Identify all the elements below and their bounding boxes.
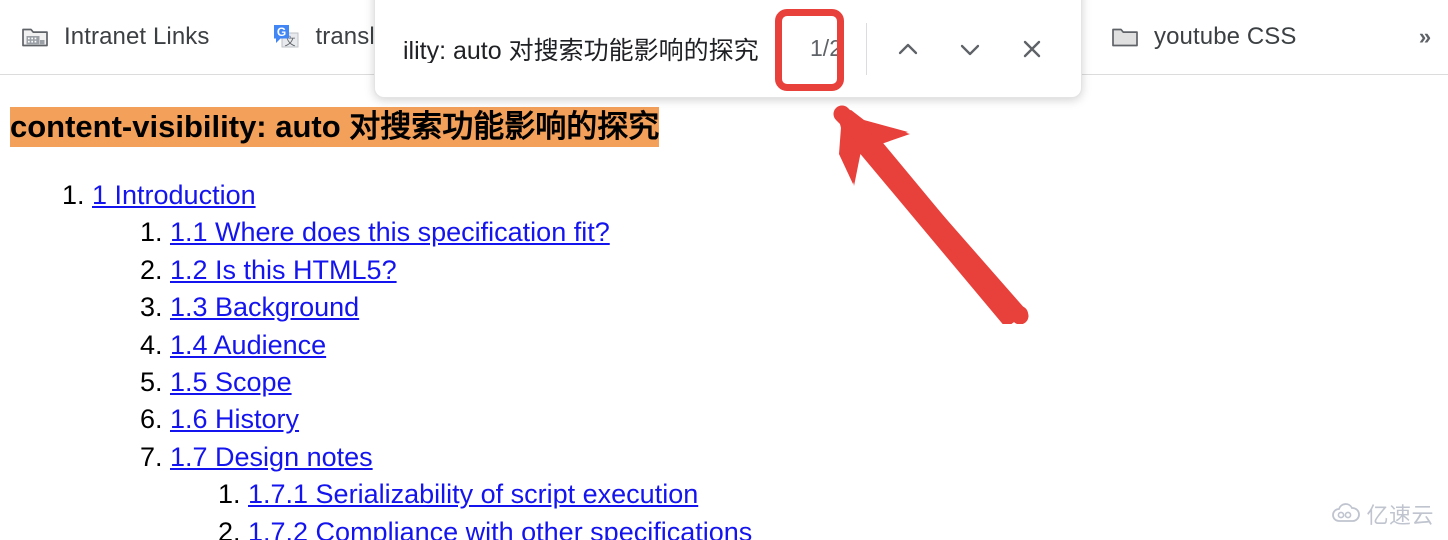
list-item: 1.7.2 Compliance with other specificatio… [248,514,752,540]
find-match-highlight: content-visibility: auto 对搜索功能影响的探究 [10,107,660,147]
toc-link[interactable]: 1.7 Design notes [170,442,373,472]
toc-link[interactable]: 1.1 Where does this specification fit? [170,217,610,247]
find-close-button[interactable] [1001,18,1063,80]
list-item: 1.2 Is this HTML5? [170,252,752,289]
toc-sublist: 1.1 Where does this specification fit? 1… [92,214,752,540]
list-item: 1.4 Audience [170,327,752,364]
list-item: 1.7.1 Serializability of script executio… [248,476,752,513]
folder-icon [1110,22,1140,52]
find-next-button[interactable] [939,18,1001,80]
bookmark-intranet-links[interactable]: Intranet Links [10,13,219,61]
find-previous-button[interactable] [877,18,939,80]
svg-text:G: G [277,25,286,39]
find-input-wrapper[interactable] [375,17,801,81]
toc-link[interactable]: 1.2 Is this HTML5? [170,255,397,285]
bookmark-label: Intranet Links [64,23,210,50]
find-input[interactable] [403,34,801,63]
toc-link[interactable]: 1.6 History [170,404,299,434]
toc-link[interactable]: 1 Introduction [92,180,256,210]
google-translate-icon: 文 G [271,22,301,52]
toc-link[interactable]: 1.7.2 Compliance with other specificatio… [248,517,752,540]
cloud-icon [1332,503,1361,522]
bookmark-youtube-css[interactable]: youtube CSS [1100,13,1307,61]
overflow-chevron-label: » [1418,24,1432,49]
folder-building-icon [20,22,50,52]
list-item: 1 Introduction 1.1 Where does this speci… [92,177,752,540]
list-item: 1.7 Design notes 1.7.1 Serializability o… [170,439,752,540]
page-title: content-visibility: auto 对搜索功能影响的探究 [10,107,660,147]
page-content: content-visibility: auto 对搜索功能影响的探究 1 In… [0,75,1448,540]
watermark-text: 亿速云 [1366,503,1434,528]
list-item: 1.5 Scope [170,364,752,401]
toc-link[interactable]: 1.7.1 Serializability of script executio… [248,479,698,509]
find-divider [866,22,867,75]
bookmarks-overflow-icon[interactable]: » [1408,18,1442,56]
watermark: 亿速云 [1331,498,1434,530]
table-of-contents: 1 Introduction 1.1 Where does this speci… [0,177,752,540]
find-match-count: 1/2 [810,35,842,61]
toc-link[interactable]: 1.4 Audience [170,330,326,360]
list-item: 1.6 History [170,401,752,438]
chevron-up-icon [898,43,918,54]
toc-link[interactable]: 1.3 Background [170,292,359,322]
bookmark-label: youtube CSS [1154,23,1297,50]
chevron-down-icon [960,44,980,55]
close-icon [1023,40,1041,57]
list-item: 1.3 Background [170,289,752,326]
toc-link[interactable]: 1.5 Scope [170,367,292,397]
toc-sublist: 1.7.1 Serializability of script executio… [170,476,752,540]
list-item: 1.1 Where does this specification fit? [170,214,752,251]
browser-window: Intranet Links 文 G transla youtube CSS »… [0,0,1448,540]
find-in-page-bar: 1/2 [374,0,1082,98]
